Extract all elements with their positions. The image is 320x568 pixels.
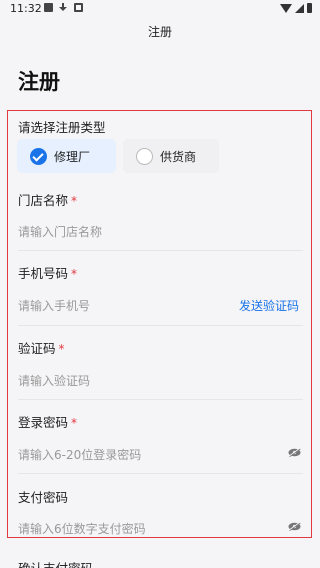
divider bbox=[18, 325, 303, 326]
login-password-label-text: 登录密码 bbox=[18, 415, 69, 430]
register-type-label: 请选择注册类型 bbox=[18, 120, 106, 135]
divider bbox=[18, 473, 303, 474]
login-password-input[interactable]: 请输入6-20位登录密码 bbox=[18, 446, 141, 463]
signal-icon bbox=[295, 3, 304, 13]
required-mark: * bbox=[71, 416, 78, 430]
pay-password-label-text: 支付密码 bbox=[18, 490, 69, 505]
wifi-icon bbox=[280, 3, 292, 13]
radio-unchecked-icon bbox=[136, 147, 153, 165]
confirm-pay-password-label: 确认支付密码 bbox=[18, 558, 93, 568]
divider bbox=[18, 399, 303, 400]
verify-code-label-text: 验证码 bbox=[18, 341, 56, 356]
notification-icons bbox=[44, 3, 83, 12]
store-name-label-text: 门店名称 bbox=[18, 193, 69, 208]
type-option-label: 修理厂 bbox=[54, 149, 91, 164]
store-name-input[interactable]: 请输入门店名称 bbox=[18, 223, 102, 240]
required-mark: * bbox=[58, 342, 65, 356]
type-option-label: 供货商 bbox=[160, 149, 197, 164]
image-notification-icon bbox=[44, 3, 53, 12]
eye-hidden-icon[interactable] bbox=[288, 448, 301, 457]
verify-code-label: 验证码 * bbox=[18, 338, 65, 357]
divider bbox=[18, 250, 303, 251]
send-code-button[interactable]: 发送验证码 bbox=[239, 297, 299, 314]
nav-title: 注册 bbox=[147, 25, 172, 39]
verify-code-input[interactable]: 请输入验证码 bbox=[18, 372, 90, 389]
store-name-label: 门店名称 * bbox=[18, 190, 77, 209]
type-option-supplier[interactable]: 供货商 bbox=[123, 139, 219, 173]
required-mark: * bbox=[71, 194, 78, 208]
download-icon bbox=[59, 3, 68, 12]
eye-hidden-icon[interactable] bbox=[288, 522, 301, 531]
app-notification-icon bbox=[74, 3, 83, 12]
login-password-label: 登录密码 * bbox=[18, 412, 77, 431]
status-time: 11:32 bbox=[10, 2, 42, 15]
page-title: 注册 bbox=[18, 70, 60, 94]
phone-label-text: 手机号码 bbox=[18, 266, 69, 281]
pay-password-input[interactable]: 请输入6位数字支付密码 bbox=[18, 520, 146, 537]
phone-input[interactable]: 请输入手机号 bbox=[18, 297, 90, 314]
system-icons bbox=[280, 3, 312, 13]
battery-icon bbox=[307, 3, 312, 13]
pay-password-label: 支付密码 bbox=[18, 487, 68, 506]
required-mark: * bbox=[71, 267, 78, 281]
nav-bar: 注册 bbox=[0, 18, 320, 46]
type-option-repair-shop[interactable]: 修理厂 bbox=[17, 139, 116, 173]
phone-label: 手机号码 * bbox=[18, 263, 77, 282]
status-bar: 11:32 bbox=[0, 0, 320, 18]
radio-checked-icon bbox=[30, 147, 47, 165]
registration-form: 请选择注册类型 修理厂 供货商 门店名称 * 请输入门店名称 手机号码 * 请输入手… bbox=[7, 110, 312, 538]
